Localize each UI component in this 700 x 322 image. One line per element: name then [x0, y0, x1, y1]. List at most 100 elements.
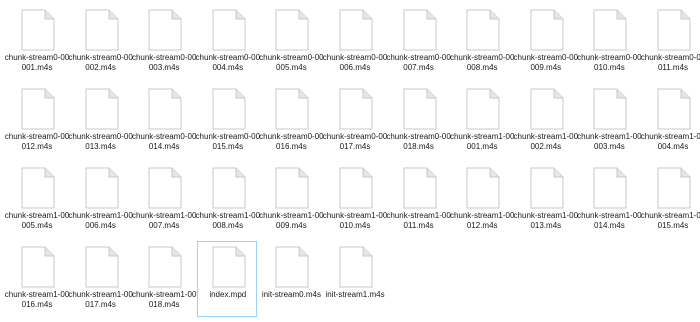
blank-file-icon	[275, 88, 309, 130]
blank-file-icon	[593, 167, 627, 209]
file-name: chunk-stream1-00003.m4s	[577, 132, 642, 151]
blank-file-icon	[85, 9, 119, 51]
blank-file-icon	[466, 167, 500, 209]
file-item[interactable]: chunk-stream1-00006.m4s	[68, 162, 133, 238]
blank-file-icon	[85, 88, 119, 130]
file-item[interactable]: chunk-stream1-00016.m4s	[5, 241, 69, 317]
file-item[interactable]: chunk-stream1-00014.m4s	[577, 162, 642, 238]
file-name: chunk-stream1-00006.m4s	[68, 211, 133, 230]
file-item[interactable]: init-stream1.m4s	[324, 241, 385, 317]
file-name: chunk-stream1-00005.m4s	[4, 211, 70, 230]
file-name: chunk-stream0-00006.m4s	[322, 53, 388, 72]
file-item[interactable]: chunk-stream1-00002.m4s	[514, 83, 578, 159]
file-item[interactable]: chunk-stream0-00001.m4s	[5, 4, 69, 80]
file-name: chunk-stream0-00007.m4s	[386, 53, 451, 72]
file-name: chunk-stream0-00009.m4s	[513, 53, 579, 72]
blank-file-icon	[85, 246, 119, 288]
file-name: chunk-stream0-00003.m4s	[131, 53, 197, 72]
file-item[interactable]: chunk-stream1-00007.m4s	[132, 162, 196, 238]
file-name: chunk-stream0-00004.m4s	[195, 53, 261, 72]
file-item[interactable]: chunk-stream1-00013.m4s	[514, 162, 578, 238]
file-name: chunk-stream1-00014.m4s	[577, 211, 642, 230]
file-item[interactable]: chunk-stream0-00007.m4s	[386, 4, 451, 80]
blank-file-icon	[85, 167, 119, 209]
file-name: chunk-stream1-00008.m4s	[195, 211, 261, 230]
blank-file-icon	[593, 9, 627, 51]
file-name: chunk-stream0-00011.m4s	[640, 53, 700, 72]
file-name: chunk-stream0-00013.m4s	[68, 132, 133, 151]
file-item[interactable]: chunk-stream0-00006.m4s	[323, 4, 387, 80]
file-item[interactable]: chunk-stream0-00004.m4s	[196, 4, 260, 80]
file-item[interactable]: chunk-stream0-00017.m4s	[323, 83, 387, 159]
file-name: chunk-stream0-00018.m4s	[386, 132, 451, 151]
file-item[interactable]: index.mpd	[196, 241, 257, 317]
blank-file-icon	[21, 88, 55, 130]
file-item[interactable]: chunk-stream1-00003.m4s	[577, 83, 642, 159]
file-item[interactable]: chunk-stream0-00012.m4s	[5, 83, 69, 159]
file-item[interactable]: chunk-stream0-00013.m4s	[68, 83, 133, 159]
file-name: chunk-stream0-00015.m4s	[195, 132, 261, 151]
blank-file-icon	[530, 88, 564, 130]
file-name: chunk-stream1-00009.m4s	[259, 211, 324, 230]
blank-file-icon	[339, 246, 373, 288]
file-item[interactable]: chunk-stream1-00018.m4s	[132, 241, 196, 317]
blank-file-icon	[275, 246, 309, 288]
file-item[interactable]: chunk-stream1-00017.m4s	[68, 241, 133, 317]
blank-file-icon	[339, 167, 373, 209]
file-name: chunk-stream1-00012.m4s	[449, 211, 515, 230]
file-item[interactable]: chunk-stream1-00011.m4s	[386, 162, 451, 238]
file-item[interactable]: chunk-stream0-00016.m4s	[259, 83, 324, 159]
file-name: chunk-stream1-00016.m4s	[4, 290, 70, 309]
file-item[interactable]: chunk-stream0-00011.m4s	[640, 4, 700, 80]
blank-file-icon	[403, 167, 437, 209]
blank-file-icon	[212, 167, 246, 209]
blank-file-icon	[275, 167, 309, 209]
file-item[interactable]: chunk-stream1-00009.m4s	[259, 162, 324, 238]
file-item[interactable]: chunk-stream0-00010.m4s	[577, 4, 642, 80]
file-name: chunk-stream0-00008.m4s	[449, 53, 515, 72]
file-item[interactable]: chunk-stream1-00005.m4s	[5, 162, 69, 238]
blank-file-icon	[148, 246, 182, 288]
blank-file-icon	[403, 9, 437, 51]
file-grid: chunk-stream0-00001.m4s chunk-stream0-000…	[0, 0, 700, 322]
blank-file-icon	[593, 88, 627, 130]
file-item[interactable]: chunk-stream1-00015.m4s	[641, 162, 700, 238]
file-name: chunk-stream0-00005.m4s	[259, 53, 324, 72]
file-item[interactable]: chunk-stream1-00010.m4s	[323, 162, 387, 238]
file-item[interactable]: init-stream0.m4s	[260, 241, 321, 317]
file-name: chunk-stream0-00014.m4s	[131, 132, 197, 151]
file-name: chunk-stream1-00004.m4s	[640, 132, 700, 151]
file-name: chunk-stream1-00013.m4s	[513, 211, 579, 230]
file-item[interactable]: chunk-stream0-00005.m4s	[259, 4, 324, 80]
file-name: init-stream0.m4s	[261, 290, 321, 299]
blank-file-icon	[212, 9, 246, 51]
file-item[interactable]: chunk-stream1-00004.m4s	[640, 83, 700, 159]
file-name: chunk-stream0-00010.m4s	[577, 53, 642, 72]
blank-file-icon	[275, 9, 309, 51]
file-name: chunk-stream1-00010.m4s	[322, 211, 388, 230]
file-item[interactable]: chunk-stream0-00002.m4s	[68, 4, 133, 80]
blank-file-icon	[21, 246, 55, 288]
file-item[interactable]: chunk-stream0-00008.m4s	[450, 4, 514, 80]
blank-file-icon	[212, 246, 246, 288]
file-item[interactable]: chunk-stream0-00009.m4s	[514, 4, 578, 80]
blank-file-icon	[212, 88, 246, 130]
blank-file-icon	[657, 167, 691, 209]
file-item[interactable]: chunk-stream0-00018.m4s	[386, 83, 451, 159]
blank-file-icon	[657, 88, 691, 130]
file-item[interactable]: chunk-stream0-00014.m4s	[132, 83, 196, 159]
file-item[interactable]: chunk-stream0-00015.m4s	[196, 83, 260, 159]
file-item[interactable]: chunk-stream0-00003.m4s	[132, 4, 196, 80]
blank-file-icon	[21, 167, 55, 209]
file-item[interactable]: chunk-stream1-00012.m4s	[450, 162, 514, 238]
blank-file-icon	[21, 9, 55, 51]
file-name: chunk-stream1-00017.m4s	[68, 290, 133, 309]
blank-file-icon	[466, 9, 500, 51]
blank-file-icon	[657, 9, 691, 51]
file-name: chunk-stream1-00018.m4s	[131, 290, 197, 309]
file-item[interactable]: chunk-stream1-00001.m4s	[450, 83, 514, 159]
file-item[interactable]: chunk-stream1-00008.m4s	[196, 162, 260, 238]
file-name: chunk-stream0-00017.m4s	[322, 132, 388, 151]
file-name: chunk-stream0-00002.m4s	[68, 53, 133, 72]
blank-file-icon	[339, 88, 373, 130]
